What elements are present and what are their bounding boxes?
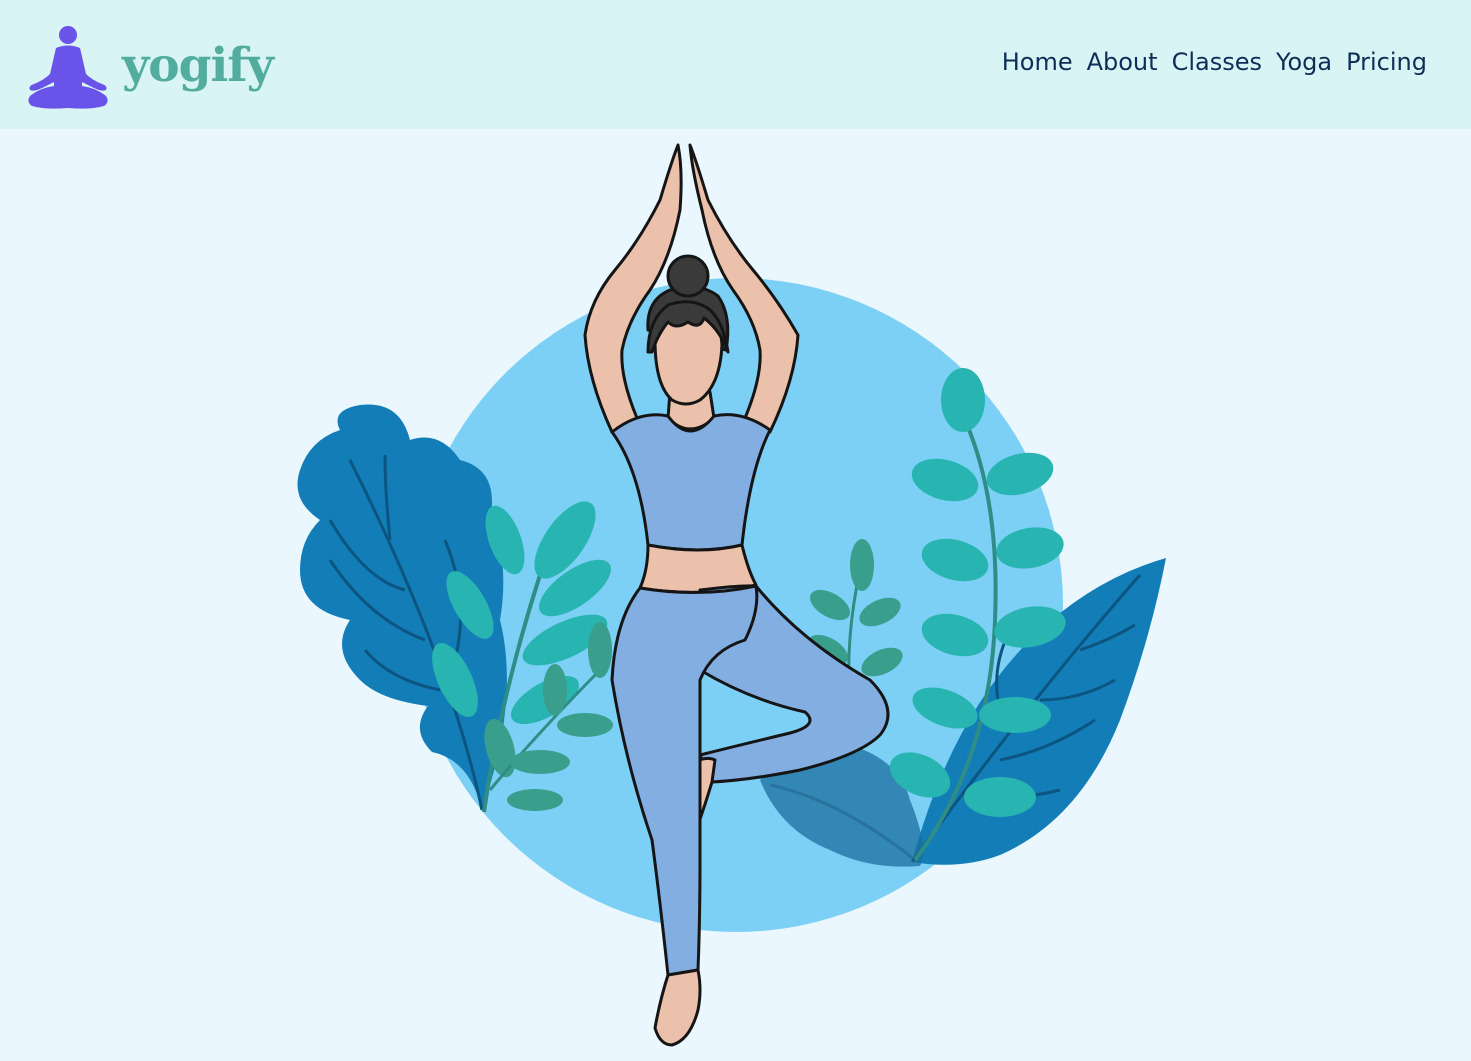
navbar: yogify Home About Classes Yoga Pricing <box>0 0 1471 129</box>
brand-logo[interactable]: yogify <box>26 24 274 110</box>
main-nav: Home About Classes Yoga Pricing <box>1002 44 1427 80</box>
brand-name: yogify <box>122 37 274 93</box>
nav-home-link[interactable]: Home <box>1002 44 1073 80</box>
nav-classes-link[interactable]: Classes <box>1172 44 1262 80</box>
nav-yoga-link[interactable]: Yoga <box>1276 44 1332 80</box>
woman-tree-pose-illustration <box>297 143 1166 1047</box>
nav-about-link[interactable]: About <box>1087 44 1158 80</box>
nav-pricing-link[interactable]: Pricing <box>1346 44 1427 80</box>
meditation-person-icon <box>28 26 108 109</box>
hero-section <box>0 129 1471 1061</box>
